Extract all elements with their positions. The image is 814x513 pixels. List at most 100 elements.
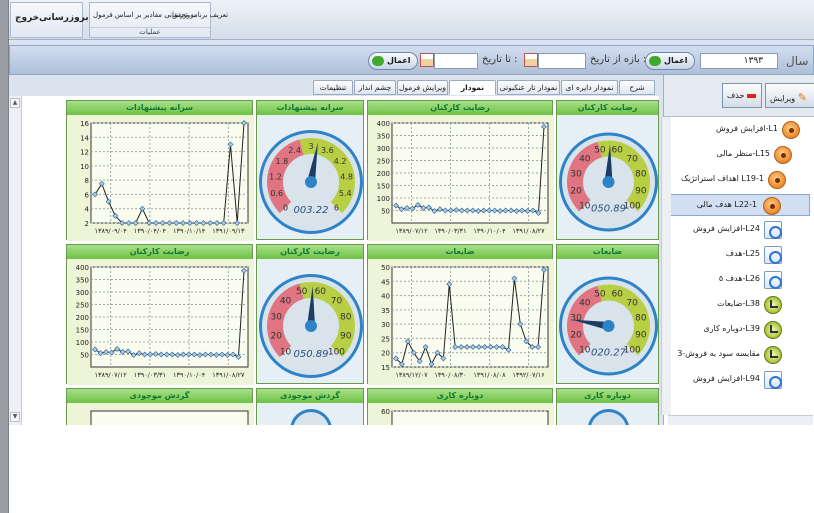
year-input[interactable]: ۱۳۹۳: [700, 53, 778, 69]
gauge-svg: 00.6 1.2 1.8 2.4 3 3.64.2 4.8 5.46 003.22: [259, 130, 363, 234]
tab-pie-chart[interactable]: نمودار دایره ای: [561, 80, 618, 95]
tree-item[interactable]: ضایعات-L38: [664, 294, 810, 316]
gauge-hub: [305, 176, 317, 188]
clock-icon: [764, 221, 782, 239]
gauge-tick-label: 10: [280, 347, 292, 357]
delete-button[interactable]: حذف: [722, 83, 762, 108]
chart-panel: گردش موجودی: [66, 388, 254, 425]
calendar-icon[interactable]: [420, 53, 434, 67]
tree-item[interactable]: منظر مالی-L15: [664, 144, 810, 166]
scroll-down-icon[interactable]: ▼: [10, 412, 20, 422]
ribbon-group-label: عملیات: [90, 27, 210, 36]
apply-date-button[interactable]: اعمال: [368, 52, 418, 70]
y-tick-label: 350: [76, 277, 89, 285]
gauge-tick-label: 40: [280, 297, 292, 307]
tree-scrollbar[interactable]: [661, 117, 671, 415]
tab-settings[interactable]: تنظیمات: [313, 80, 353, 95]
tree-item[interactable]: افزایش فروش-L24: [664, 219, 810, 241]
panel-title: سرانه پیشنهادات: [67, 101, 252, 115]
tree-item[interactable]: افزایش فروش-L94: [664, 369, 810, 391]
y-tick-label: 30: [381, 321, 390, 329]
gauge-hub: [602, 176, 615, 188]
tree-item[interactable]: دوباره کاری-L39: [664, 319, 810, 341]
gauge-tick-label: 80: [340, 313, 352, 323]
y-tick-label: 150: [377, 183, 390, 191]
gauge-hub: [602, 320, 615, 332]
tree-item[interactable]: مقایسه سود به فروش-3: [664, 344, 810, 366]
gauge-svg: 10 20 30 40 50 60 70 80 90 100050.89: [259, 274, 363, 378]
define-plan-button[interactable]: تعریف برنامه تحقق: [172, 11, 228, 19]
panel-body: 10 20 30 40 50 60 70 80 90 100 050.89: [257, 259, 363, 383]
y-tick-label: 350: [377, 133, 390, 141]
gauge-panel: رضایت کارکنان 10 20 30 40 50 60 70 80 90 100 050.89: [256, 244, 364, 384]
y-tick-label: 200: [377, 170, 390, 178]
tree-item[interactable]: اهداف استراتژیک L19-1: [664, 169, 810, 191]
x-tick-label: ۱۳۹۲/۰۷/۱۶: [512, 371, 544, 379]
line-chart-svg: 50 100 150 200 250 300 350 400 ۱۳۸۹/۰۷/۱۲ ۱۳۹۰/۰۳…: [368, 115, 554, 241]
tab-spider-chart[interactable]: نمودار تار عنکبوتی: [497, 80, 560, 95]
x-tick-label: ۱۳۹۱/۰۸/۲۷: [212, 371, 245, 379]
target-icon: [763, 197, 781, 215]
tree-horizontal-scrollbar[interactable]: [668, 415, 813, 425]
panel-title: گردش موجودی: [257, 389, 363, 403]
y-tick-label: 400: [76, 264, 89, 272]
gauge-hub: [305, 320, 317, 332]
tab-indicators-chart[interactable]: نمودار شاخصها: [449, 80, 496, 105]
edit-button[interactable]: ویرایش ✎: [765, 83, 814, 108]
calendar-icon[interactable]: [524, 53, 538, 67]
y-tick-label: 25: [381, 335, 390, 343]
gauge-tick-label: 60: [611, 146, 623, 156]
x-tick-label: ۱۳۹۰/۰۳/۳۱: [134, 371, 166, 379]
exit-button[interactable]: خروج: [15, 13, 39, 23]
apply-year-button[interactable]: اعمال: [645, 52, 695, 70]
y-tick-label: 40: [381, 293, 390, 301]
check-icon: [764, 296, 782, 314]
y-tick-label: 60: [381, 408, 390, 416]
content-scrollbar[interactable]: ▲ ▼: [9, 96, 22, 425]
line-chart-svg: [67, 403, 254, 425]
line-chart-svg: 50 100 150 200 250 300 350 400 ۱۳۸۹/۰۷/۱۲ ۱۳۹۰/۰۳…: [67, 259, 254, 385]
gauge-panel: گردش موجودی: [256, 388, 364, 425]
scroll-up-icon[interactable]: ▲: [10, 98, 20, 108]
panel-title: رضایت کارکنان: [368, 101, 552, 115]
x-tick-label: ۱۳۸۹/۰۷/۱۲: [94, 371, 127, 379]
gauge-tick-label: 40: [579, 298, 591, 308]
gauge-tick-label: 100: [624, 346, 641, 356]
gauge-tick-label: 70: [626, 298, 638, 308]
gauge-svg: 1020304050 60708090100020.27: [559, 276, 658, 376]
panel-title: رضایت کارکنان: [557, 101, 658, 115]
x-tick-label: ۱۳۹۰/۱۰/۱۴: [173, 227, 206, 235]
y-tick-label: 14: [80, 134, 89, 142]
tab-edit-formula[interactable]: ویرایش فرمول: [397, 80, 448, 95]
from-date-input[interactable]: [538, 53, 586, 69]
tree-item-label: افزایش فروش-L94: [692, 374, 760, 383]
x-tick-label: ۱۳۹۰/۰۴/۰۴: [134, 227, 167, 235]
plot-area: [391, 410, 549, 425]
year-label: سال: [786, 54, 809, 68]
panel-title: دوباره کاری: [368, 389, 552, 403]
ribbon: خروج بروزرسانی بروزرسانی مقادیر بر اساس …: [9, 0, 814, 40]
y-tick-label: 200: [76, 314, 89, 322]
tab-description[interactable]: شرح: [619, 80, 655, 95]
refresh-button[interactable]: بروزرسانی: [39, 13, 89, 23]
to-date-label: تا تاریخ :: [482, 54, 518, 65]
tree-item[interactable]: هدف مالی L22-1: [664, 194, 810, 216]
line-chart-svg: 60: [368, 403, 554, 425]
chart-panel: ضایعات 15 20 25 30 35 40 45 50 ۱۳۸۹/۱۲/۰۷ ۱۳۹۰/۰۸/…: [367, 244, 554, 385]
edit-label: ویرایش: [770, 94, 796, 103]
y-tick-label: 50: [381, 264, 390, 272]
tree-item[interactable]: هدف-L25: [664, 244, 810, 266]
clock-icon: [764, 271, 782, 289]
tree-item-label: ضایعات-L38: [717, 299, 760, 308]
y-tick-label: 50: [80, 352, 89, 360]
gauge-readout: 050.89: [591, 203, 626, 214]
tab-vision[interactable]: چشم انداز: [354, 80, 396, 95]
y-tick-label: 250: [377, 158, 390, 166]
to-date-input[interactable]: [434, 53, 478, 69]
window-left-edge: [0, 0, 9, 513]
gauge-panel: رضایت کارکنان 10 20 30 40 50 60 70 80 90 100 050.89: [556, 100, 659, 240]
apply-label: اعمال: [664, 56, 688, 65]
gauge-tick-label: 20: [271, 331, 283, 341]
tree-item[interactable]: افزایش فروش-L1: [664, 119, 810, 141]
tree-item[interactable]: هدف ٥-L26: [664, 269, 810, 291]
